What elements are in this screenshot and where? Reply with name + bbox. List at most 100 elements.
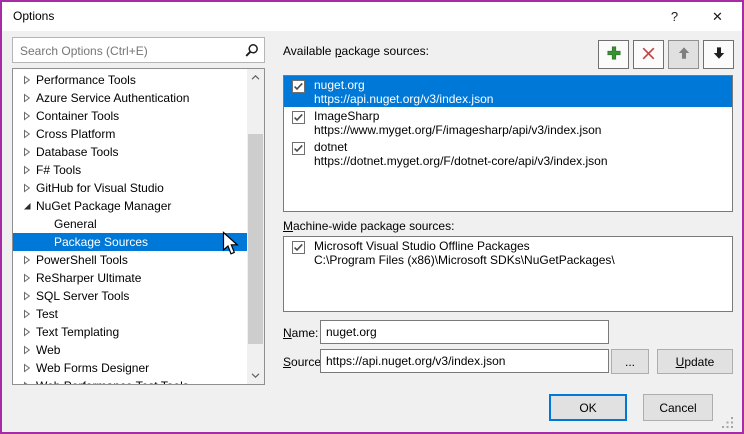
titlebar: Options ? ✕: [2, 2, 742, 31]
expand-icon[interactable]: [18, 363, 36, 373]
expand-icon[interactable]: [18, 345, 36, 355]
source-text: nuget.org https://api.nuget.org/v3/index…: [314, 78, 493, 106]
arrow-down-icon: [712, 46, 726, 63]
tree-item-label: ReSharper Ultimate: [36, 271, 141, 285]
scroll-down-icon[interactable]: [247, 367, 264, 384]
scroll-up-icon[interactable]: [247, 69, 264, 86]
tree-item-web[interactable]: Web: [13, 341, 247, 359]
tree-item-fsharp-tools[interactable]: F# Tools: [13, 161, 247, 179]
tree-item-container-tools[interactable]: Container Tools: [13, 107, 247, 125]
help-icon: ?: [671, 9, 678, 24]
close-icon: ✕: [712, 9, 723, 25]
move-up-button[interactable]: [668, 40, 699, 69]
source-name: nuget.org: [314, 78, 493, 92]
tree-item-general[interactable]: General: [13, 215, 247, 233]
label-text: pdate: [684, 355, 714, 369]
update-label: Update: [676, 355, 715, 369]
expand-icon[interactable]: [18, 273, 36, 283]
search-input[interactable]: [20, 42, 238, 59]
expand-icon[interactable]: [18, 309, 36, 319]
tree-item-web-performance-test-tools[interactable]: Web Performance Test Tools: [13, 377, 247, 385]
update-button[interactable]: Update: [657, 349, 733, 374]
magnifier-icon: [244, 43, 259, 61]
browse-label: ...: [625, 355, 635, 369]
checkbox-checked-icon[interactable]: [292, 111, 305, 124]
tree-item-powershell-tools[interactable]: PowerShell Tools: [13, 251, 247, 269]
browse-button[interactable]: ...: [611, 349, 649, 374]
tree-item-label: Web Forms Designer: [36, 361, 149, 375]
source-row-nuget-org[interactable]: nuget.org https://api.nuget.org/v3/index…: [284, 76, 732, 107]
tree-item-label: Test: [36, 307, 58, 321]
expand-icon[interactable]: [18, 291, 36, 301]
source-text: dotnet https://dotnet.myget.org/F/dotnet…: [314, 140, 608, 168]
tree-item-performance-tools[interactable]: Performance Tools: [13, 71, 247, 89]
expand-icon[interactable]: [18, 327, 36, 337]
label-mnemonic: M: [283, 219, 293, 233]
window-title: Options: [13, 9, 54, 23]
expand-icon[interactable]: [18, 111, 36, 121]
tree-item-test[interactable]: Test: [13, 305, 247, 323]
tree-item-sql-server-tools[interactable]: SQL Server Tools: [13, 287, 247, 305]
source-name: Microsoft Visual Studio Offline Packages: [314, 239, 615, 253]
source-url: https://api.nuget.org/v3/index.json: [314, 92, 493, 106]
tree-item-database-tools[interactable]: Database Tools: [13, 143, 247, 161]
collapse-icon[interactable]: [18, 201, 36, 211]
expand-icon[interactable]: [18, 75, 36, 85]
expand-icon[interactable]: [18, 129, 36, 139]
expand-icon[interactable]: [18, 93, 36, 103]
cancel-button[interactable]: Cancel: [643, 394, 713, 421]
name-field[interactable]: [320, 320, 609, 344]
source-row-dotnet[interactable]: dotnet https://dotnet.myget.org/F/dotnet…: [284, 138, 732, 169]
add-source-button[interactable]: [598, 40, 629, 69]
source-url: C:\Program Files (x86)\Microsoft SDKs\Nu…: [314, 253, 615, 267]
mouse-cursor-icon: [222, 231, 239, 256]
expand-icon[interactable]: [18, 255, 36, 265]
source-text: Microsoft Visual Studio Offline Packages…: [314, 239, 615, 267]
tree-item-github-for-visual-studio[interactable]: GitHub for Visual Studio: [13, 179, 247, 197]
tree-item-label: F# Tools: [36, 163, 81, 177]
tree-item-text-templating[interactable]: Text Templating: [13, 323, 247, 341]
tree-item-package-sources[interactable]: Package Sources: [13, 233, 247, 251]
tree-item-azure-service-authentication[interactable]: Azure Service Authentication: [13, 89, 247, 107]
tree-item-label: NuGet Package Manager: [36, 199, 171, 213]
tree-item-label: SQL Server Tools: [36, 289, 129, 303]
tree-item-label: Database Tools: [36, 145, 119, 159]
expand-icon[interactable]: [18, 381, 36, 385]
available-sources-label: Available package sources:: [283, 44, 429, 58]
ok-button[interactable]: OK: [549, 394, 627, 421]
expand-icon[interactable]: [18, 147, 36, 157]
source-field[interactable]: [320, 349, 609, 373]
options-tree: Performance Tools Azure Service Authenti…: [12, 68, 265, 385]
tree-item-nuget-package-manager[interactable]: NuGet Package Manager: [13, 197, 247, 215]
close-button[interactable]: ✕: [695, 2, 740, 31]
remove-source-button[interactable]: [633, 40, 664, 69]
scrollbar-thumb[interactable]: [248, 134, 263, 344]
tree-item-web-forms-designer[interactable]: Web Forms Designer: [13, 359, 247, 377]
expand-icon[interactable]: [18, 183, 36, 193]
help-button[interactable]: ?: [652, 2, 697, 31]
available-sources-list: nuget.org https://api.nuget.org/v3/index…: [283, 75, 733, 212]
tree-item-label: PowerShell Tools: [36, 253, 128, 267]
expand-icon[interactable]: [18, 165, 36, 175]
checkbox-checked-icon[interactable]: [292, 142, 305, 155]
resize-grip[interactable]: [721, 416, 734, 429]
move-down-button[interactable]: [703, 40, 734, 69]
checkbox-checked-icon[interactable]: [292, 241, 305, 254]
x-icon: [641, 46, 656, 64]
source-row-imagesharp[interactable]: ImageSharp https://www.myget.org/F/image…: [284, 107, 732, 138]
tree-item-label: Web: [36, 343, 60, 357]
source-name: ImageSharp: [314, 109, 601, 123]
tree-item-resharper-ultimate[interactable]: ReSharper Ultimate: [13, 269, 247, 287]
label-mnemonic: U: [676, 355, 685, 369]
tree-item-cross-platform[interactable]: Cross Platform: [13, 125, 247, 143]
tree-item-label: General: [54, 217, 97, 231]
source-row-vs-offline-packages[interactable]: Microsoft Visual Studio Offline Packages…: [284, 237, 732, 268]
tree-scrollbar[interactable]: [247, 69, 264, 384]
label-mnemonic: S: [283, 355, 291, 369]
tree-item-label: Web Performance Test Tools: [36, 379, 189, 385]
checkbox-checked-icon[interactable]: [292, 80, 305, 93]
tree-item-label: Azure Service Authentication: [36, 91, 189, 105]
label-text: achine-wide package sources:: [293, 219, 454, 233]
label-mnemonic: p: [335, 44, 342, 58]
search-box: [12, 37, 265, 63]
